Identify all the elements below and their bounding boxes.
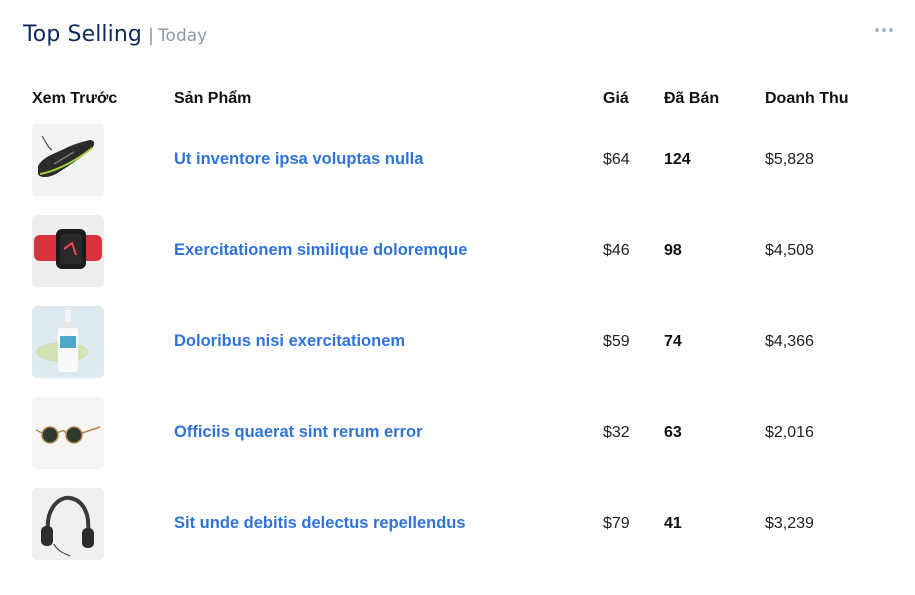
table-row: Officiis quaerat sint rerum error $32 63… — [20, 387, 887, 478]
title-separator: | — [147, 25, 155, 46]
product-link[interactable]: Officiis quaerat sint rerum error — [174, 423, 423, 441]
product-image-headphones[interactable] — [32, 487, 104, 560]
product-link[interactable]: Exercitationem similique doloremque — [174, 241, 467, 259]
product-cell: Officiis quaerat sint rerum error — [162, 387, 591, 478]
product-image-smartwatch[interactable] — [32, 214, 104, 287]
product-image-running-shoe[interactable] — [32, 123, 104, 196]
price-cell: $46 — [603, 241, 630, 259]
revenue-cell: $2,016 — [765, 423, 814, 441]
preview-cell — [20, 205, 162, 296]
product-image-serum-bottle[interactable] — [32, 305, 104, 378]
column-header-preview: Xem Trước — [32, 90, 118, 107]
top-selling-table: Xem Trước Sản Phẩm Giá Đã Bán Doanh Thu — [20, 84, 887, 569]
table-header-row: Xem Trước Sản Phẩm Giá Đã Bán Doanh Thu — [20, 84, 887, 114]
column-header-sold: Đã Bán — [664, 90, 720, 107]
product-cell: Doloribus nisi exercitationem — [162, 296, 591, 387]
revenue-cell: $4,508 — [765, 241, 814, 259]
serum-bottle-icon — [32, 305, 104, 378]
price-cell: $59 — [603, 332, 630, 350]
preview-cell — [20, 296, 162, 387]
card-header: Top Selling | Today — [23, 22, 207, 47]
table-row: Ut inventore ipsa voluptas nulla $64 124… — [20, 114, 887, 205]
top-selling-card: Top Selling | Today Xem Trước Sản Phẩm G… — [0, 0, 915, 595]
product-cell: Ut inventore ipsa voluptas nulla — [162, 114, 591, 205]
column-header-revenue: Doanh Thu — [765, 90, 849, 107]
sold-cell: 124 — [664, 150, 691, 168]
more-options-icon[interactable] — [871, 24, 897, 36]
product-link[interactable]: Sit unde debitis delectus repellendus — [174, 514, 466, 532]
sunglasses-icon — [32, 396, 104, 469]
product-link[interactable]: Ut inventore ipsa voluptas nulla — [174, 150, 423, 168]
preview-cell — [20, 114, 162, 205]
smartwatch-icon — [32, 214, 104, 287]
product-cell: Sit unde debitis delectus repellendus — [162, 478, 591, 569]
preview-cell — [20, 478, 162, 569]
table-row: Doloribus nisi exercitationem $59 74 $4,… — [20, 296, 887, 387]
card-subtitle: Today — [158, 26, 208, 46]
price-cell: $79 — [603, 514, 630, 532]
headphones-icon — [32, 487, 104, 560]
revenue-cell: $4,366 — [765, 332, 814, 350]
column-header-product: Sản Phẩm — [174, 90, 252, 107]
product-image-sunglasses[interactable] — [32, 396, 104, 469]
price-cell: $64 — [603, 150, 630, 168]
price-cell: $32 — [603, 423, 630, 441]
dot — [889, 28, 893, 32]
dot — [875, 28, 879, 32]
sold-cell: 41 — [664, 514, 682, 532]
product-cell: Exercitationem similique doloremque — [162, 205, 591, 296]
revenue-cell: $5,828 — [765, 150, 814, 168]
dot — [882, 28, 886, 32]
sold-cell: 98 — [664, 241, 682, 259]
column-header-price: Giá — [603, 90, 629, 107]
preview-cell — [20, 387, 162, 478]
revenue-cell: $3,239 — [765, 514, 814, 532]
table-row: Sit unde debitis delectus repellendus $7… — [20, 478, 887, 569]
card-title: Top Selling — [23, 22, 142, 47]
sold-cell: 74 — [664, 332, 682, 350]
sold-cell: 63 — [664, 423, 682, 441]
table-row: Exercitationem similique doloremque $46 … — [20, 205, 887, 296]
running-shoe-icon — [32, 123, 104, 196]
product-link[interactable]: Doloribus nisi exercitationem — [174, 332, 405, 350]
